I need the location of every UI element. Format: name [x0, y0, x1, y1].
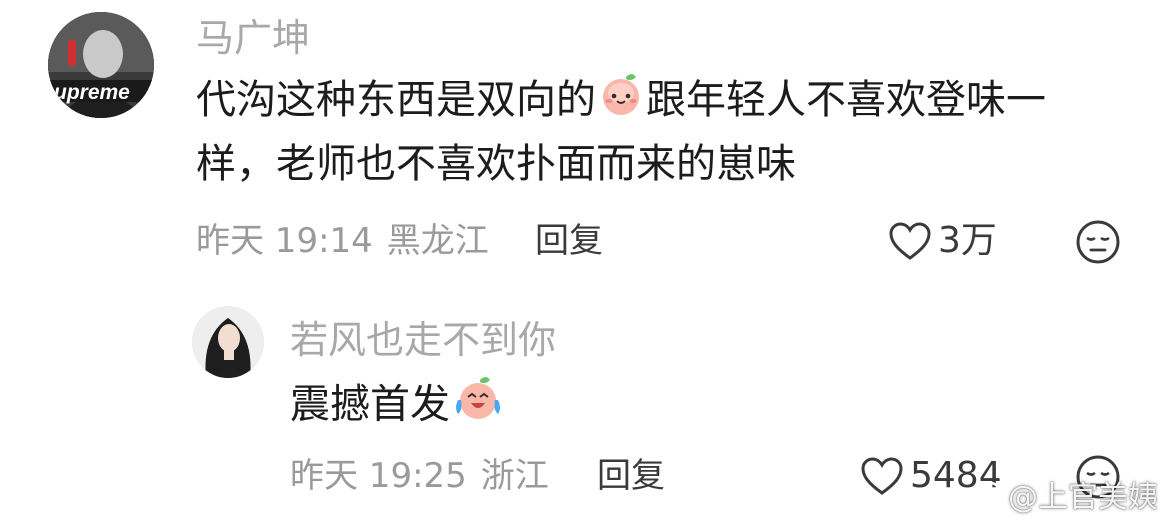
like-button[interactable]: 3万: [888, 219, 997, 263]
comment-location: 黑龙江: [386, 221, 489, 261]
avatar[interactable]: [192, 306, 264, 378]
comment-list: upreme 马广坤 代沟这种东西是双向的 跟年轻人不喜欢登味一样，老师也不喜欢…: [0, 0, 1170, 526]
dislike-button[interactable]: [1074, 218, 1122, 270]
comment-meta: 昨天 19:25 浙江: [290, 454, 563, 498]
username[interactable]: 若风也走不到你: [290, 318, 556, 362]
comment-meta: 昨天 19:14 黑龙江: [196, 219, 503, 263]
comment-time: 昨天 19:14: [196, 221, 373, 261]
comment-item: upreme 马广坤 代沟这种东西是双向的 跟年轻人不喜欢登味一样，老师也不喜欢…: [0, 0, 1170, 290]
watermark: @上官美姨: [966, 472, 1158, 516]
comment-text: 震撼首发: [290, 374, 990, 439]
unamused-face-icon: [1076, 220, 1120, 264]
comment-text-part1: 代沟这种东西是双向的: [196, 77, 596, 123]
heart-icon: [861, 457, 903, 495]
comment-text-part1: 震撼首发: [290, 381, 450, 428]
weibo-logo-icon: [966, 481, 1001, 509]
reply-button[interactable]: 回复: [535, 219, 603, 263]
smile-peach-icon: [598, 71, 644, 134]
comment-location: 浙江: [480, 456, 549, 496]
watermark-text: @上官美姨: [1008, 480, 1158, 515]
avatar[interactable]: upreme: [48, 12, 154, 118]
comment-text: 代沟这种东西是双向的 跟年轻人不喜欢登味一样，老师也不喜欢扑面而来的崽味: [196, 70, 1096, 194]
heart-icon: [889, 222, 931, 260]
like-count: 3万: [938, 220, 997, 261]
reply-button[interactable]: 回复: [597, 454, 665, 498]
laugh-cry-peach-icon: [452, 374, 504, 439]
comment-time: 昨天 19:25: [290, 456, 467, 496]
username[interactable]: 马广坤: [196, 16, 310, 60]
avatar-text: upreme: [54, 81, 130, 104]
